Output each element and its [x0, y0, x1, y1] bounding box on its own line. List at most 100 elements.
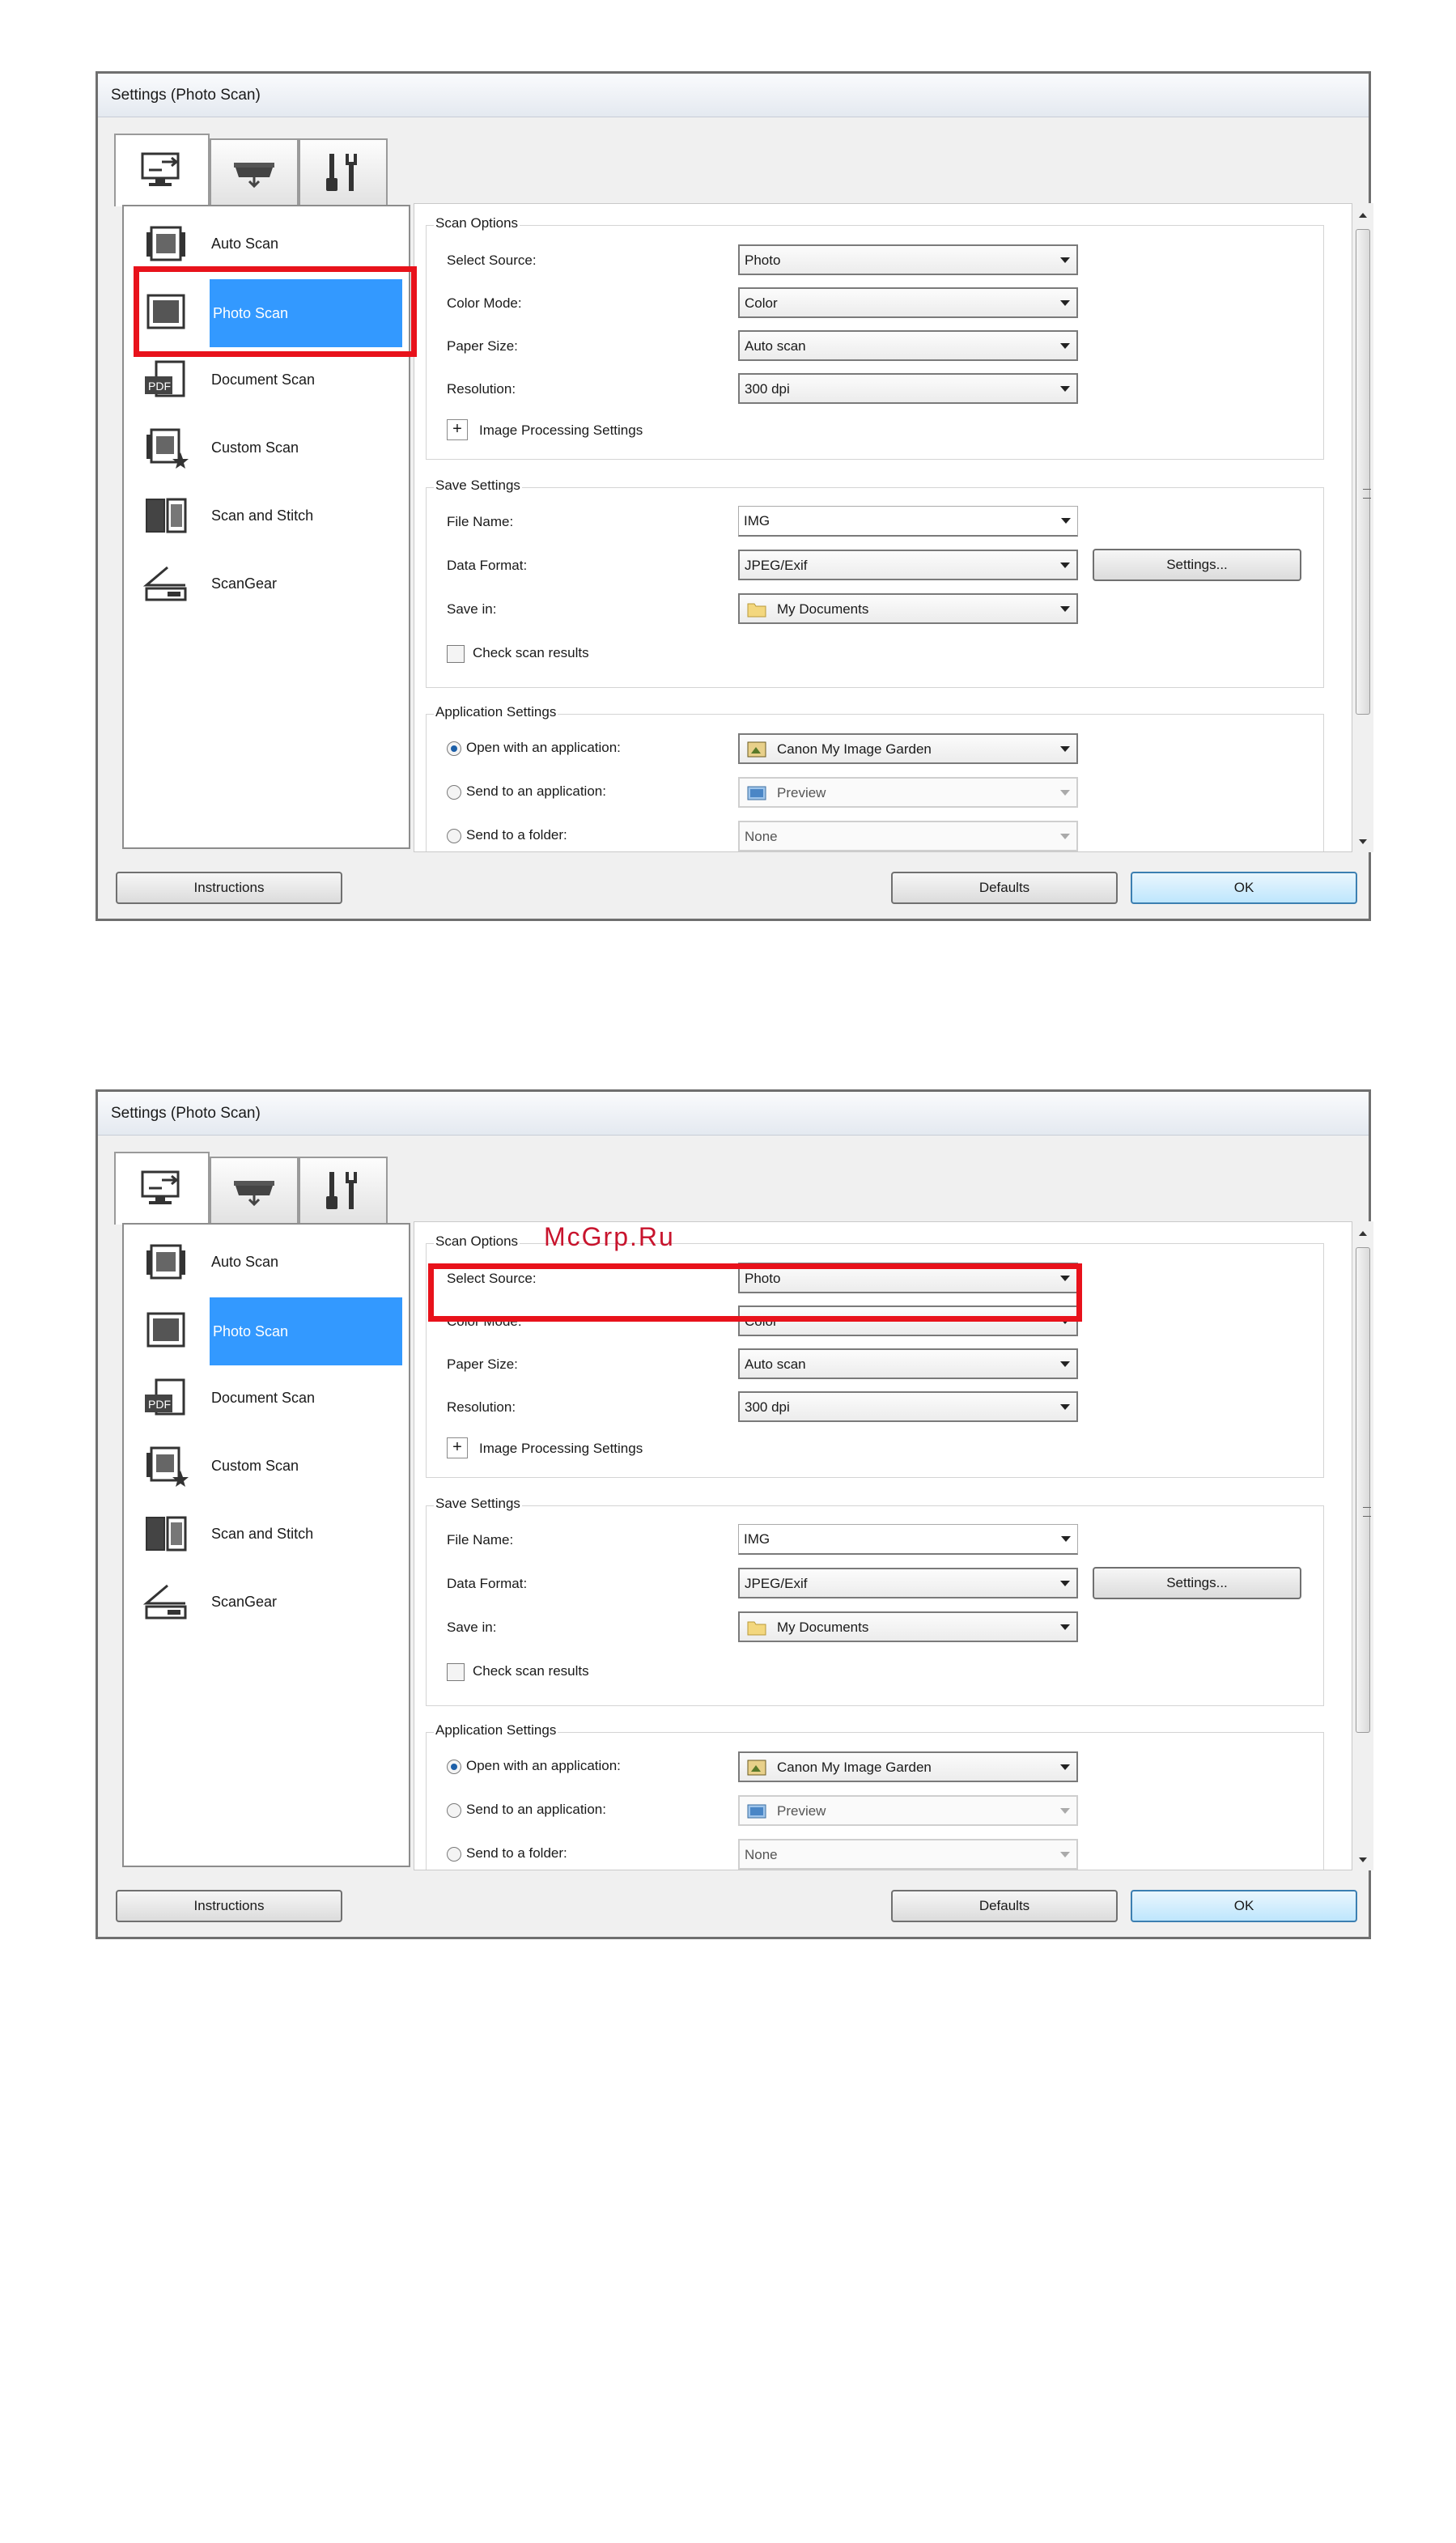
send-to-app-dropdown[interactable]: Preview	[738, 777, 1078, 808]
file-name-combo[interactable]: IMG	[738, 1524, 1078, 1555]
general-settings-tab[interactable]	[299, 1157, 388, 1223]
pdf-document-icon: PDF	[145, 360, 185, 397]
scroll-up-icon[interactable]	[1359, 1231, 1367, 1236]
data-format-label: Data Format:	[447, 558, 528, 573]
select-source-value: Photo	[745, 253, 781, 268]
defaults-button[interactable]: Defaults	[891, 1890, 1118, 1922]
paper-size-dropdown[interactable]: Auto scan	[738, 1348, 1078, 1379]
mode-label: Document Scan	[211, 371, 316, 388]
instructions-button[interactable]: Instructions	[116, 1890, 342, 1922]
chevron-down-icon	[1060, 1404, 1070, 1410]
send-to-folder-radio[interactable]	[447, 829, 461, 843]
chevron-down-icon	[1060, 746, 1070, 752]
resolution-label: Resolution:	[447, 1399, 516, 1415]
custom-scan-icon	[146, 1446, 189, 1487]
photo-scan-highlight	[134, 266, 417, 357]
send-to-folder-label: Send to a folder:	[466, 1845, 567, 1861]
mode-scangear[interactable]: ScanGear	[124, 551, 407, 619]
preview-icon	[747, 1804, 766, 1819]
computer-scan-icon	[141, 1170, 180, 1204]
mode-label: Auto Scan	[211, 1254, 279, 1270]
instructions-button[interactable]: Instructions	[116, 872, 342, 904]
mode-custom-scan[interactable]: Custom Scan	[124, 415, 407, 483]
custom-scan-icon	[146, 428, 189, 469]
data-format-dropdown[interactable]: JPEG/Exif	[738, 1568, 1078, 1598]
format-settings-button[interactable]: Settings...	[1093, 549, 1301, 581]
send-to-folder-dropdown[interactable]: None	[738, 821, 1078, 851]
open-with-app-dropdown[interactable]: Canon My Image Garden	[738, 733, 1078, 764]
chevron-down-icon	[1060, 386, 1070, 392]
defaults-button[interactable]: Defaults	[891, 872, 1118, 904]
scroll-down-icon[interactable]	[1359, 1857, 1367, 1862]
scan-from-panel-tab[interactable]	[210, 1157, 299, 1223]
expand-plus-icon[interactable]: +	[447, 1437, 468, 1458]
mode-label: Auto Scan	[211, 236, 279, 252]
grip-icon	[1363, 489, 1371, 499]
computer-scan-icon	[141, 152, 180, 186]
image-processing-settings-label: Image Processing Settings	[479, 422, 643, 438]
auto-scan-icon	[146, 226, 185, 261]
paper-size-label: Paper Size:	[447, 1356, 518, 1372]
resolution-dropdown[interactable]: 300 dpi	[738, 1391, 1078, 1422]
scan-from-computer-tab[interactable]	[114, 134, 210, 206]
resolution-value: 300 dpi	[745, 381, 790, 397]
vertical-scrollbar[interactable]	[1352, 203, 1373, 852]
save-in-dropdown[interactable]: My Documents	[738, 1611, 1078, 1642]
open-with-app-dropdown[interactable]: Canon My Image Garden	[738, 1751, 1078, 1782]
send-to-app-radio[interactable]	[447, 1803, 461, 1818]
mode-scan-and-stitch[interactable]: Scan and Stitch	[124, 483, 407, 551]
file-name-combo[interactable]: IMG	[738, 506, 1078, 537]
data-format-label: Data Format:	[447, 1576, 528, 1591]
mode-auto-scan[interactable]: Auto Scan	[124, 1229, 407, 1297]
scrollbar-thumb[interactable]	[1356, 1247, 1371, 1733]
scangear-icon	[143, 1584, 187, 1620]
expand-plus-icon[interactable]: +	[447, 419, 468, 440]
mode-scan-and-stitch[interactable]: Scan and Stitch	[124, 1501, 407, 1569]
open-with-app-radio[interactable]	[447, 1760, 461, 1774]
scan-from-computer-tab[interactable]	[114, 1152, 210, 1225]
open-with-app-value: Canon My Image Garden	[777, 741, 932, 757]
check-scan-results-checkbox[interactable]	[447, 645, 465, 663]
paper-size-dropdown[interactable]: Auto scan	[738, 330, 1078, 361]
send-to-app-radio[interactable]	[447, 785, 461, 800]
send-to-folder-value: None	[745, 1847, 778, 1862]
paper-size-value: Auto scan	[745, 1356, 806, 1372]
save-in-dropdown[interactable]: My Documents	[738, 593, 1078, 624]
ok-button[interactable]: OK	[1131, 1890, 1357, 1922]
send-to-app-label: Send to an application:	[466, 783, 606, 799]
general-settings-tab[interactable]	[299, 138, 388, 205]
mode-label: Photo Scan	[210, 1297, 402, 1365]
scan-from-panel-tab[interactable]	[210, 138, 299, 205]
check-scan-results-checkbox[interactable]	[447, 1663, 465, 1681]
send-to-folder-radio[interactable]	[447, 1847, 461, 1862]
save-in-value: My Documents	[777, 601, 869, 617]
scangear-icon	[143, 566, 187, 601]
mode-photo-scan[interactable]: Photo Scan	[124, 1297, 407, 1365]
chevron-down-icon	[1060, 257, 1070, 263]
ok-button[interactable]: OK	[1131, 872, 1357, 904]
data-format-dropdown[interactable]: JPEG/Exif	[738, 550, 1078, 580]
scroll-up-icon[interactable]	[1359, 213, 1367, 218]
mode-label: Custom Scan	[211, 439, 299, 456]
mode-document-scan[interactable]: PDF Document Scan	[124, 347, 407, 415]
open-with-app-radio[interactable]	[447, 741, 461, 756]
color-mode-dropdown[interactable]: Color	[738, 287, 1078, 318]
scan-mode-list: Auto Scan Photo Scan PDF Document Scan C…	[122, 1223, 410, 1867]
mode-custom-scan[interactable]: Custom Scan	[124, 1433, 407, 1501]
check-scan-results-label: Check scan results	[473, 1663, 589, 1679]
scanner-panel-icon	[234, 163, 274, 189]
resolution-dropdown[interactable]: 300 dpi	[738, 373, 1078, 404]
send-to-folder-dropdown[interactable]: None	[738, 1839, 1078, 1870]
chevron-down-icon	[1060, 790, 1070, 796]
send-to-app-dropdown[interactable]: Preview	[738, 1795, 1078, 1826]
tools-icon	[326, 1172, 357, 1209]
select-source-dropdown[interactable]: Photo	[738, 244, 1078, 275]
mode-document-scan[interactable]: PDF Document Scan	[124, 1365, 407, 1433]
mode-scangear[interactable]: ScanGear	[124, 1569, 407, 1637]
svg-text:PDF: PDF	[148, 1398, 171, 1411]
scrollbar-thumb[interactable]	[1356, 229, 1371, 715]
vertical-scrollbar[interactable]	[1352, 1221, 1373, 1870]
format-settings-button[interactable]: Settings...	[1093, 1567, 1301, 1599]
scroll-down-icon[interactable]	[1359, 839, 1367, 844]
tools-icon	[326, 154, 357, 191]
